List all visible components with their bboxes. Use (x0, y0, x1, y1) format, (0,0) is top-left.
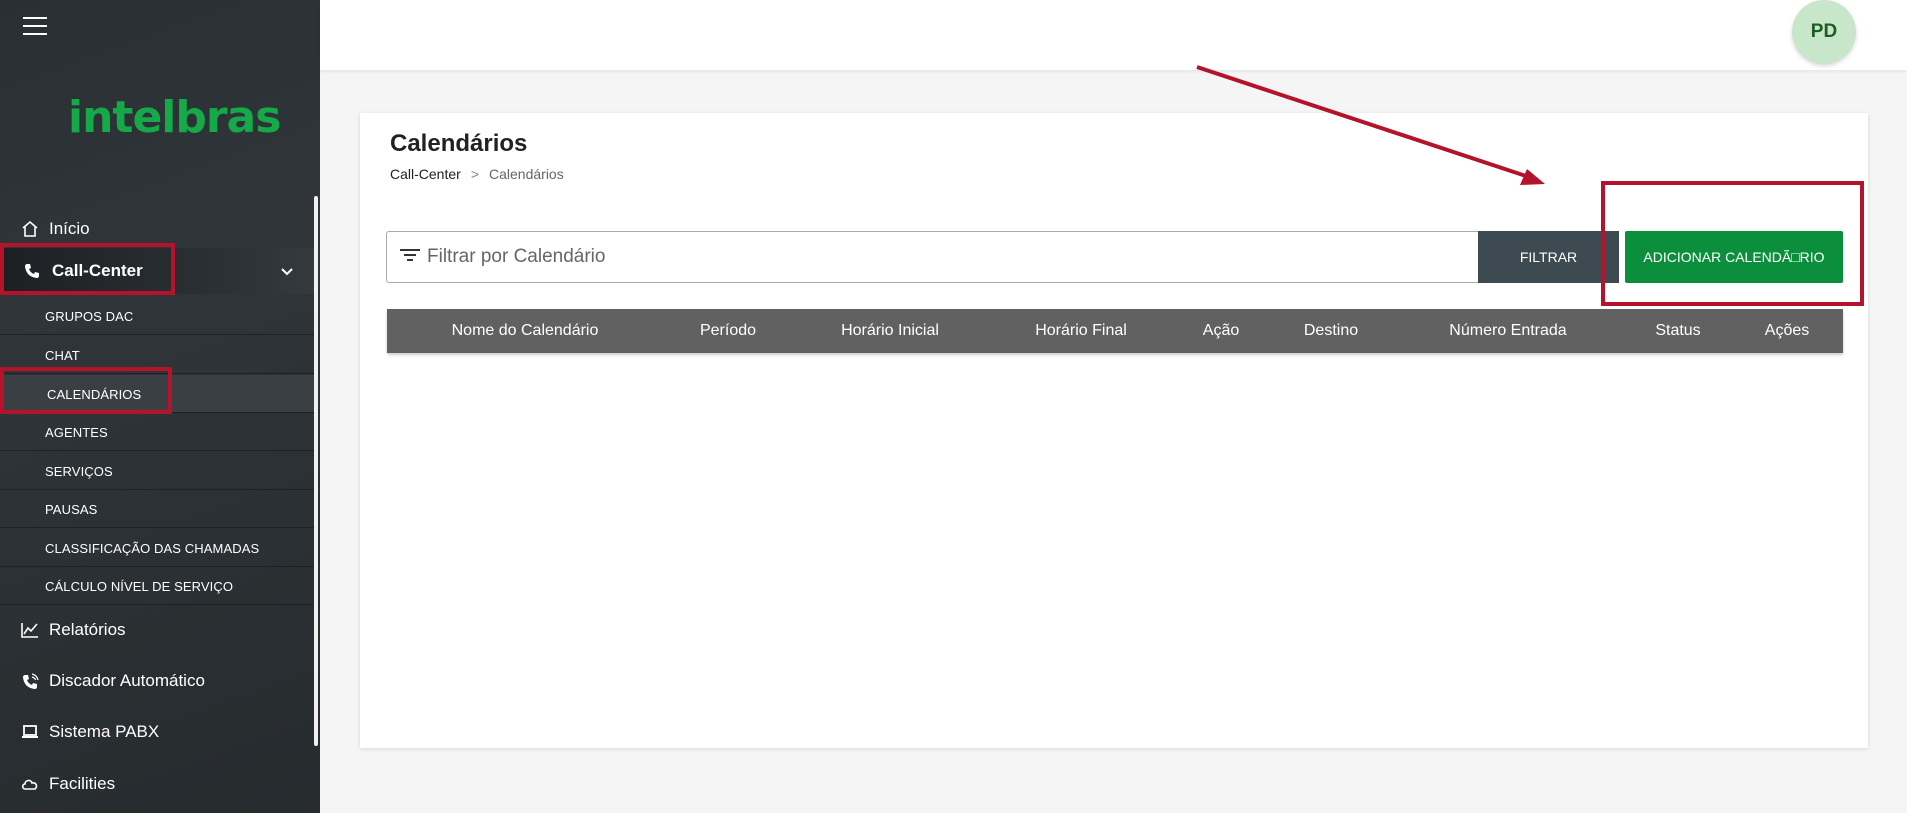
page-title: Calendários (390, 130, 528, 157)
sidebar-scrollbar[interactable] (314, 196, 318, 746)
breadcrumb: Call-Center > Calendários (390, 166, 564, 182)
laptop-icon (20, 722, 40, 742)
column-header[interactable]: Destino (1304, 322, 1358, 340)
column-header[interactable]: Status (1655, 322, 1700, 340)
sidebar-item-discador[interactable]: Discador Automático (0, 660, 314, 702)
sidebar-item-label: Discador Automático (49, 671, 205, 690)
sidebar-item-call-center[interactable]: Call-Center (0, 248, 314, 294)
home-icon (20, 219, 40, 239)
table-header: Nome do Calendário Período Horário Inici… (387, 309, 1843, 353)
content-card (360, 113, 1868, 748)
avatar[interactable]: PD (1792, 0, 1856, 64)
sidebar-subitem-label: PAUSAS (45, 502, 98, 517)
breadcrumb-link-call-center[interactable]: Call-Center (390, 166, 461, 182)
sidebar-subitem-calendarios[interactable]: CALENDÁRIOS (0, 375, 314, 413)
sidebar-subitem-label: CÁLCULO NÍVEL DE SERVIÇO (45, 579, 234, 594)
sidebar-subitem-agentes[interactable]: AGENTES (0, 413, 314, 451)
sidebar-subitem-label: GRUPOS DAC (45, 309, 134, 324)
sidebar-subitem-servicos[interactable]: SERVIÇOS (0, 452, 314, 490)
sidebar-subitem-label: CHAT (45, 348, 80, 363)
filter-icon (399, 247, 421, 265)
sidebar: intelbras Início Call-Center GRUPOS DAC … (0, 0, 320, 813)
column-header[interactable]: Ação (1203, 322, 1239, 340)
column-header[interactable]: Horário Final (1035, 322, 1127, 340)
sidebar-subitem-pausas[interactable]: PAUSAS (0, 490, 314, 528)
sidebar-item-label: Relatórios (49, 620, 126, 639)
sidebar-subitem-label: CLASSIFICAÇÃO DAS CHAMADAS (45, 541, 260, 556)
sidebar-item-facilities[interactable]: Facilities (0, 763, 314, 805)
sidebar-item-label: Facilities (49, 774, 116, 793)
add-calendar-button[interactable]: ADICIONAR CALENDÃ□RIO (1625, 231, 1843, 283)
breadcrumb-current: Calendários (489, 166, 564, 182)
sidebar-subitem-label: AGENTES (45, 425, 108, 440)
sidebar-subitem-grupos-dac[interactable]: GRUPOS DAC (0, 297, 314, 335)
sidebar-subitem-label: SERVIÇOS (45, 464, 113, 479)
sidebar-item-inicio[interactable]: Início (0, 208, 314, 250)
column-header[interactable]: Horário Inicial (841, 322, 939, 340)
sidebar-item-label: Call-Center (52, 261, 143, 280)
chevron-down-icon (281, 263, 293, 279)
cloud-icon (20, 774, 40, 794)
sidebar-item-label: Início (49, 219, 90, 238)
column-header[interactable]: Número Entrada (1449, 322, 1566, 340)
sidebar-item-sistema-pabx[interactable]: Sistema PABX (0, 711, 314, 753)
sidebar-subitem-classificacao[interactable]: CLASSIFICAÇÃO DAS CHAMADAS (0, 529, 314, 567)
sidebar-item-relatorios[interactable]: Relatórios (0, 609, 314, 651)
column-header[interactable]: Nome do Calendário (452, 322, 599, 340)
chart-icon (20, 620, 40, 640)
filter-field[interactable] (386, 231, 1479, 283)
topbar (320, 0, 1907, 70)
active-indicator (0, 248, 3, 294)
sidebar-subitem-label: CALENDÁRIOS (47, 387, 142, 402)
sidebar-subitem-calculo-nivel[interactable]: CÁLCULO NÍVEL DE SERVIÇO (0, 567, 314, 605)
column-header[interactable]: Ações (1765, 322, 1809, 340)
column-header[interactable]: Período (700, 322, 756, 340)
menu-icon[interactable] (23, 17, 47, 37)
filter-button[interactable]: FILTRAR (1478, 231, 1619, 283)
breadcrumb-separator: > (470, 166, 479, 182)
sidebar-item-label: Sistema PABX (49, 722, 160, 741)
filter-input[interactable] (427, 244, 1467, 270)
sidebar-subitem-chat[interactable]: CHAT (0, 336, 314, 374)
phone-dial-icon (20, 671, 40, 691)
logo: intelbras (68, 92, 281, 143)
phone-icon (22, 261, 42, 281)
